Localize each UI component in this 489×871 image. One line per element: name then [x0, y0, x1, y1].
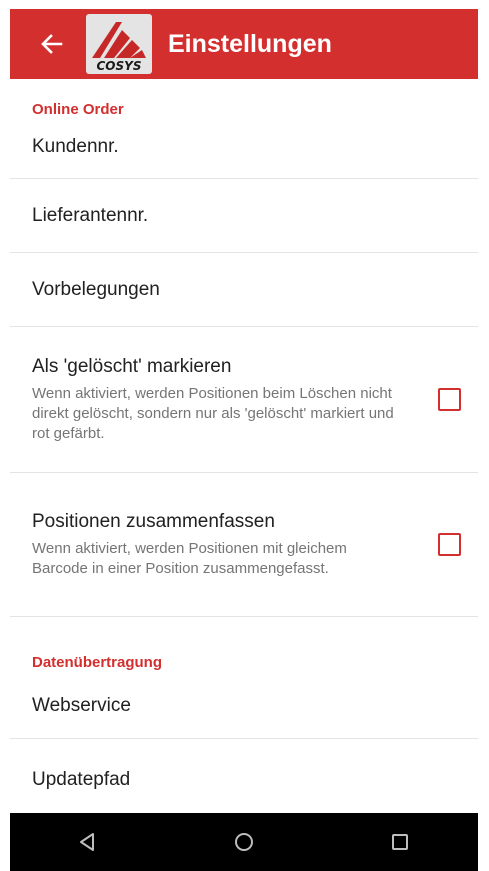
setting-kundennr-label: Kundennr.	[32, 136, 119, 157]
setting-updatepfad[interactable]: Updatepfad	[10, 739, 478, 791]
setting-als-geloescht-markieren[interactable]: Als 'gelöscht' markieren Wenn aktiviert,…	[10, 327, 478, 473]
setting-webservice[interactable]: Webservice	[10, 679, 478, 739]
logo-text: COSYS	[97, 59, 142, 73]
setting-kundennr[interactable]: Kundennr.	[10, 122, 478, 179]
nav-back-button[interactable]	[68, 822, 108, 862]
zusammenfassen-checkbox[interactable]	[438, 533, 461, 556]
setting-als-geloescht-title: Als 'gelöscht' markieren	[32, 355, 232, 377]
setting-zusammenfassen-title: Positionen zusammenfassen	[32, 510, 275, 532]
settings-list: Online Order Kundennr. Lieferantennr. Vo…	[10, 79, 478, 791]
system-nav-bar	[10, 813, 478, 871]
nav-recents-button[interactable]	[380, 822, 420, 862]
setting-zusammenfassen-summary: Wenn aktiviert, werden Positionen mit gl…	[32, 539, 347, 577]
setting-als-geloescht-summary: Wenn aktiviert, werden Positionen beim L…	[32, 384, 394, 442]
nav-home-button[interactable]	[224, 822, 264, 862]
setting-lieferantennr[interactable]: Lieferantennr.	[10, 179, 478, 253]
app-bar: COSYS Einstellungen	[10, 9, 478, 79]
nav-back-triangle-icon	[80, 833, 94, 851]
setting-updatepfad-label: Updatepfad	[32, 769, 131, 790]
setting-vorbelegungen-label: Vorbelegungen	[32, 278, 160, 300]
geloescht-checkbox[interactable]	[438, 388, 461, 411]
setting-positionen-zusammenfassen[interactable]: Positionen zusammenfassen Wenn aktiviert…	[10, 473, 478, 617]
app-logo: COSYS	[86, 14, 152, 74]
setting-lieferantennr-label: Lieferantennr.	[32, 204, 149, 226]
section-header-datenuebertragung: Datenübertragung	[32, 653, 163, 671]
arrow-left-icon	[41, 34, 63, 54]
setting-vorbelegungen[interactable]: Vorbelegungen	[10, 253, 478, 327]
nav-recents-square-icon	[392, 834, 408, 850]
nav-home-circle-icon	[235, 833, 253, 851]
back-button[interactable]	[32, 24, 72, 64]
setting-webservice-label: Webservice	[32, 694, 131, 716]
page-title: Einstellungen	[168, 29, 332, 58]
